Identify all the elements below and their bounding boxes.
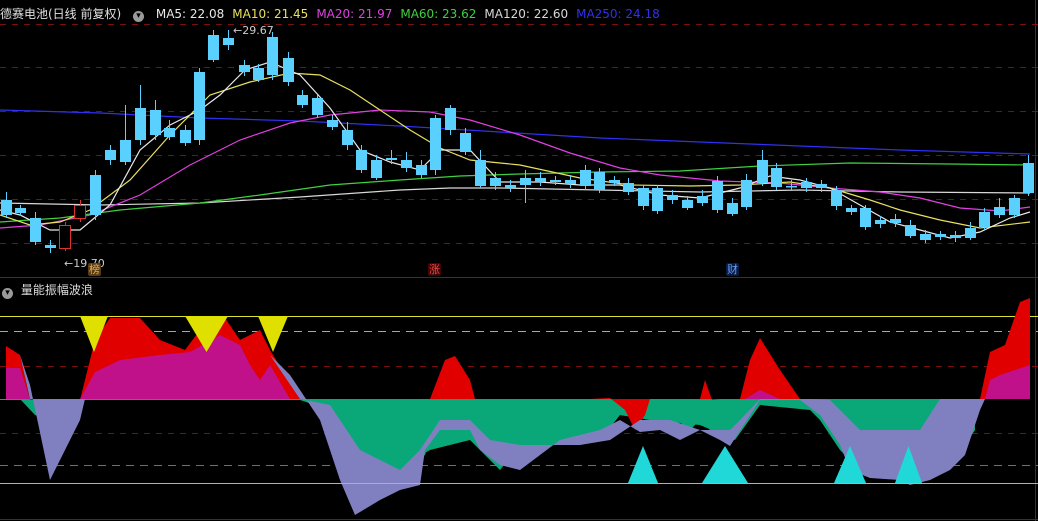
candle-body [520, 178, 531, 185]
candle-body [239, 65, 250, 72]
candle-body [831, 190, 842, 206]
candle-body [652, 188, 663, 211]
ma10-line [0, 72, 1031, 229]
candle-body [45, 245, 56, 248]
candle-body [786, 186, 797, 188]
candle-body [430, 118, 441, 170]
candle-body [135, 108, 146, 140]
candle-body [30, 218, 41, 242]
candle-body [180, 130, 191, 143]
candle-body [905, 225, 916, 236]
candle-body [194, 72, 205, 140]
candle-body [460, 133, 471, 152]
candle-body [727, 203, 738, 214]
candle-body [875, 220, 886, 224]
candle-body [667, 195, 678, 200]
candle-body [15, 208, 26, 213]
candle-body [623, 183, 634, 192]
candle-body [150, 110, 161, 135]
candle-body [935, 234, 946, 237]
candle-body [816, 184, 827, 188]
candle-body [697, 196, 708, 203]
candle-body [164, 128, 175, 137]
candle-body [712, 181, 723, 210]
candle-body [475, 160, 486, 186]
candle-body [297, 95, 308, 105]
candle-body [90, 175, 101, 215]
candle-body [771, 168, 782, 187]
candle-body [490, 178, 501, 186]
candle-body [950, 235, 961, 238]
chart-canvas[interactable] [0, 0, 1038, 521]
candle-body [312, 98, 323, 115]
candle-body [890, 219, 901, 223]
cyan-signal-triangle [628, 446, 658, 483]
candle-body [74, 205, 86, 219]
candle-body [846, 208, 857, 212]
candle-body [1, 200, 12, 215]
candle-body [741, 180, 752, 207]
candle-body [505, 185, 516, 188]
candle-body [1023, 163, 1034, 193]
candle-body [609, 180, 620, 183]
candle-body [416, 165, 427, 175]
lavender-wave-area [20, 355, 85, 480]
cyan-signal-triangle [702, 446, 748, 483]
candle-body [342, 130, 353, 145]
candle-body [535, 178, 546, 182]
candle-body [386, 158, 397, 160]
candle-body [327, 120, 338, 127]
candle-body [682, 200, 693, 208]
candle-body [565, 180, 576, 184]
candle-body [253, 68, 264, 80]
candle-body [594, 172, 605, 190]
candle-body [371, 160, 382, 178]
candle-body [920, 234, 931, 240]
candle-body [580, 170, 591, 186]
candle-body [757, 160, 768, 183]
candle-body [1009, 198, 1020, 215]
candle-body [638, 188, 649, 206]
candle-body [445, 108, 456, 130]
candle-body [401, 160, 412, 168]
candle-body [801, 182, 812, 188]
candle-body [979, 212, 990, 227]
ma5-line [0, 61, 1031, 239]
candle-body [283, 58, 294, 82]
candle-body [223, 38, 234, 45]
candle-body [59, 225, 71, 249]
candle-body [120, 140, 131, 162]
candle-body [267, 37, 278, 75]
candle-body [994, 207, 1005, 215]
candle-body [860, 208, 871, 227]
candle-body [550, 180, 561, 182]
candle-body [105, 150, 116, 160]
candle-body [965, 228, 976, 238]
candle-body [356, 150, 367, 170]
candle-body [208, 35, 219, 60]
